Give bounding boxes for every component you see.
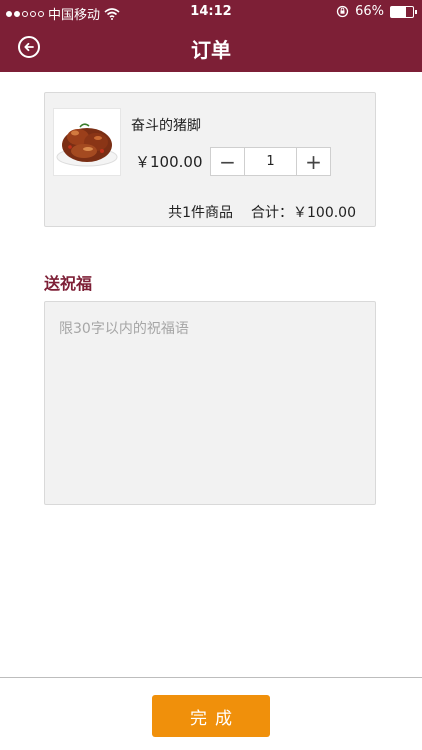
footer-divider	[0, 677, 422, 678]
rotation-lock-icon	[336, 5, 349, 18]
blessing-input[interactable]	[44, 301, 376, 505]
battery-level-fill	[391, 6, 406, 17]
battery-icon	[390, 5, 417, 18]
quantity-stepper: − 1 +	[210, 147, 331, 176]
status-bar: 中国移动 14:12 66%	[0, 0, 422, 24]
decrease-quantity-button[interactable]: −	[211, 148, 244, 175]
order-total: 合计：￥100.00	[251, 205, 356, 221]
status-right: 66%	[336, 4, 417, 19]
order-card: 奋斗的猪脚 ￥100.00 − 1 + 共1件商品 合计：￥100.00	[44, 92, 376, 227]
increase-quantity-button[interactable]: +	[297, 148, 330, 175]
blessing-title: 送祝福	[44, 274, 93, 293]
quantity-value[interactable]: 1	[244, 148, 297, 175]
done-button[interactable]: 完成	[152, 695, 270, 737]
item-count: 共1件商品	[168, 205, 233, 221]
product-image	[53, 108, 121, 176]
product-price: ￥100.00	[135, 153, 203, 171]
order-summary: 共1件商品 合计：￥100.00	[168, 202, 356, 222]
nav-bar: 订单	[0, 24, 422, 72]
battery-percent: 66%	[355, 4, 384, 19]
product-name: 奋斗的猪脚	[131, 118, 201, 134]
app-header: 中国移动 14:12 66% 订单	[0, 0, 422, 72]
page-title: 订单	[191, 38, 231, 62]
